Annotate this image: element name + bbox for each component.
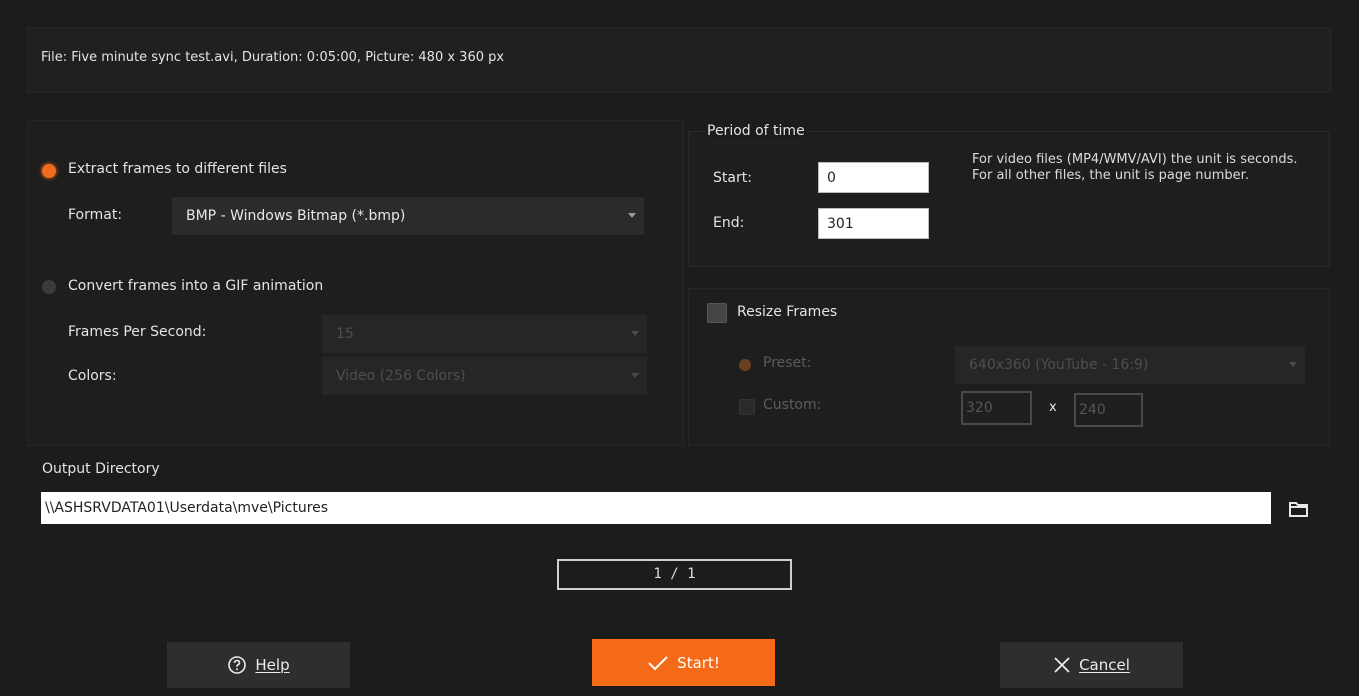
file-info-panel: File: Five minute sync test.avi, Duratio… (27, 27, 1331, 93)
extract-frames-label[interactable]: Extract frames to different files (68, 161, 287, 177)
checkmark-icon (648, 655, 668, 670)
browse-folder-button[interactable] (1281, 494, 1317, 524)
start-input[interactable]: 0 (818, 162, 929, 193)
preset-select-value: 640x360 (YouTube - 16:9) (969, 357, 1149, 373)
colors-select[interactable]: Video (256 Colors) (322, 357, 647, 395)
output-directory-input[interactable]: \\ASHSRVDATA01\Userdata\mve\Pictures (41, 492, 1271, 524)
gif-animation-label[interactable]: Convert frames into a GIF animation (68, 278, 323, 294)
start-button-label: Start! (677, 653, 720, 672)
custom-height-input[interactable]: 240 (1074, 393, 1143, 427)
format-select-value: BMP - Windows Bitmap (*.bmp) (186, 208, 406, 224)
end-input[interactable]: 301 (818, 208, 929, 239)
extract-frames-radio[interactable] (42, 164, 56, 178)
chevron-down-icon (631, 373, 639, 378)
dimension-separator: x (1049, 400, 1057, 415)
fps-select-value: 15 (336, 326, 354, 342)
fps-select[interactable]: 15 (322, 315, 647, 353)
chevron-down-icon (631, 331, 639, 336)
help-button-label: Help (255, 656, 290, 674)
help-circle-icon (228, 656, 247, 674)
chevron-down-icon (1289, 362, 1297, 367)
folder-icon (1289, 502, 1308, 517)
custom-label: Custom: (763, 397, 822, 413)
resize-frames-label[interactable]: Resize Frames (737, 304, 837, 320)
period-hint-text: For video files (MP4/WMV/AVI) the unit i… (972, 152, 1298, 183)
chevron-down-icon (628, 213, 636, 218)
fps-label: Frames Per Second: (68, 324, 207, 340)
custom-radio[interactable] (739, 399, 755, 415)
format-label: Format: (68, 207, 123, 223)
end-label: End: (713, 215, 745, 231)
colors-label: Colors: (68, 368, 117, 384)
start-button[interactable]: Start! (592, 639, 775, 686)
start-label: Start: (713, 170, 752, 186)
preset-select[interactable]: 640x360 (YouTube - 16:9) (955, 346, 1305, 384)
gif-animation-radio[interactable] (42, 280, 56, 294)
preset-label: Preset: (763, 355, 812, 371)
close-icon (1054, 657, 1070, 673)
period-of-time-title: Period of time (705, 123, 807, 139)
cancel-button-label: Cancel (1079, 656, 1130, 674)
help-button[interactable]: Help (167, 642, 350, 688)
file-info-text: File: Five minute sync test.avi, Duratio… (41, 50, 505, 65)
custom-width-input[interactable]: 320 (961, 391, 1032, 425)
preset-radio[interactable] (739, 359, 751, 371)
resize-frames-checkbox[interactable] (707, 303, 727, 323)
colors-select-value: Video (256 Colors) (336, 368, 466, 384)
progress-indicator: 1 / 1 (557, 559, 792, 590)
format-select[interactable]: BMP - Windows Bitmap (*.bmp) (172, 197, 644, 235)
output-directory-label: Output Directory (42, 461, 160, 477)
cancel-button[interactable]: Cancel (1000, 642, 1183, 688)
